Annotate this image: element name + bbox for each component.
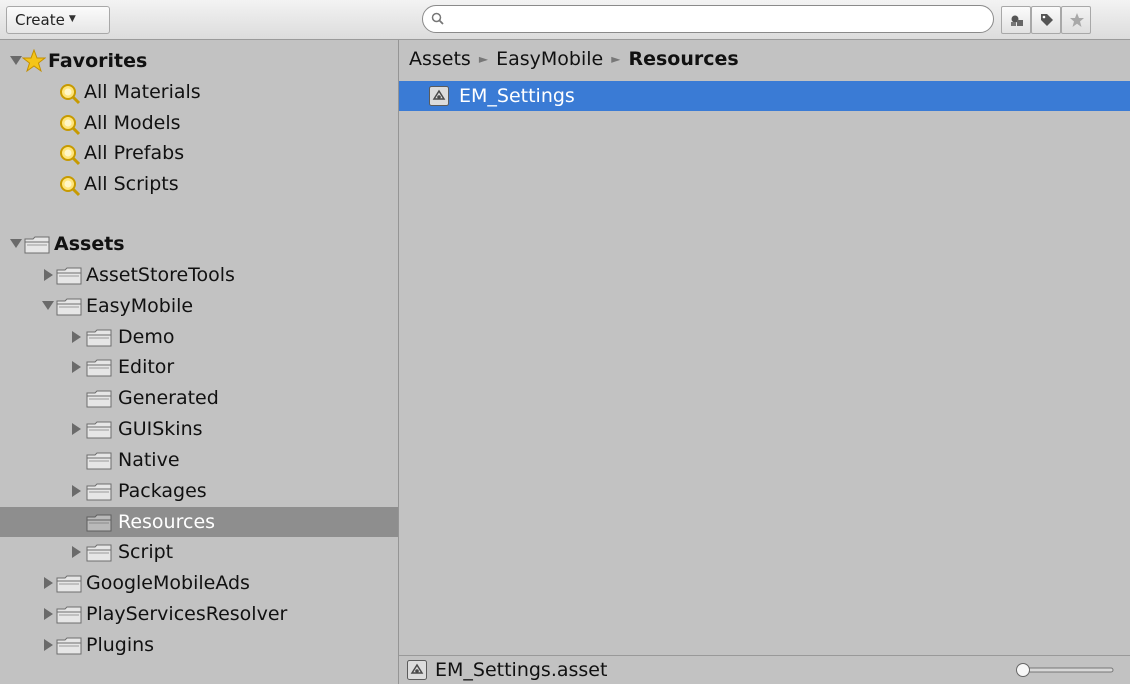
create-button[interactable]: Create ▼ — [6, 6, 110, 34]
search-by-label-button[interactable] — [1031, 6, 1061, 34]
breadcrumb-item[interactable]: EasyMobile — [496, 48, 603, 70]
tree-item-label: Editor — [118, 356, 175, 378]
collapsed-arrow-icon — [72, 423, 81, 435]
assets-label: Assets — [54, 233, 125, 255]
asset-list-panel: Assets ► EasyMobile ► Resources EM_Settings — [399, 40, 1130, 646]
scriptable-object-icon — [429, 86, 449, 106]
tree-item-label: PlayServicesResolver — [86, 603, 288, 625]
favorite-label: All Materials — [84, 81, 201, 103]
collapsed-arrow-icon — [72, 485, 81, 497]
folder-icon — [86, 329, 112, 347]
tree-item-demo[interactable]: Demo — [0, 322, 398, 352]
tree-item-editor[interactable]: Editor — [0, 352, 398, 382]
collapsed-arrow-icon — [72, 546, 81, 558]
asset-name: EM_Settings — [459, 85, 575, 107]
status-bar: EM_Settings.asset — [399, 655, 1130, 684]
breadcrumb-item-current[interactable]: Resources — [628, 48, 738, 70]
saved-search-icon — [60, 84, 81, 105]
folder-icon — [86, 544, 112, 562]
folder-icon — [56, 606, 82, 624]
tree-item-label: Demo — [118, 326, 175, 348]
create-label: Create — [15, 11, 65, 29]
collapsed-arrow-icon — [44, 269, 53, 281]
saved-search-icon — [60, 115, 81, 136]
favorite-label: All Models — [84, 112, 181, 134]
saved-search-icon — [60, 145, 81, 166]
folder-icon — [24, 236, 50, 254]
folder-icon — [86, 483, 112, 501]
tree-item-easymobile[interactable]: EasyMobile — [0, 291, 398, 321]
assets-root[interactable]: Assets — [0, 229, 398, 259]
tree-item-googlemobileads[interactable]: GoogleMobileAds — [0, 568, 398, 598]
asset-list-item[interactable]: EM_Settings — [399, 81, 1130, 111]
tree-item-plugins[interactable]: Plugins — [0, 630, 398, 660]
tree-item-label: Generated — [118, 387, 219, 409]
scriptable-object-icon — [407, 660, 427, 680]
search-input[interactable] — [422, 5, 994, 33]
collapsed-arrow-icon — [44, 577, 53, 589]
expanded-arrow-icon — [42, 301, 54, 310]
saved-search-icon — [60, 176, 81, 197]
tag-icon — [1041, 14, 1053, 26]
favorites-label: Favorites — [48, 50, 148, 72]
tree-item-playservicesresolver[interactable]: PlayServicesResolver — [0, 599, 398, 629]
tree-item-label: GoogleMobileAds — [86, 572, 250, 594]
selected-asset-path: EM_Settings.asset — [435, 659, 608, 681]
favorite-label: All Prefabs — [84, 142, 185, 164]
tree-item-assetstoretools[interactable]: AssetStoreTools — [0, 260, 398, 290]
search-icon — [431, 12, 444, 25]
tree-item-label: Resources — [118, 511, 216, 533]
folder-icon — [86, 390, 112, 408]
favorite-item[interactable]: All Scripts — [0, 169, 398, 199]
favorite-item[interactable]: All Models — [0, 108, 398, 138]
tree-item-label: GUISkins — [118, 418, 203, 440]
folder-icon — [86, 452, 112, 470]
star-icon — [22, 49, 46, 73]
tree-item-label: AssetStoreTools — [86, 264, 235, 286]
folder-icon — [56, 298, 82, 316]
filter-by-type-icon — [1011, 15, 1023, 26]
tree-item-generated[interactable]: Generated — [0, 383, 398, 413]
tree-item-label: EasyMobile — [86, 295, 194, 317]
favorites-header[interactable]: Favorites — [0, 46, 398, 76]
folder-icon — [86, 421, 112, 439]
expanded-arrow-icon — [10, 56, 22, 65]
tree-item-packages[interactable]: Packages — [0, 476, 398, 506]
breadcrumb-separator-icon: ► — [611, 52, 621, 66]
folder-icon — [86, 359, 112, 377]
project-toolbar: Create ▼ — [0, 0, 1130, 40]
favorite-label: All Scripts — [84, 173, 179, 195]
tree-item-label: Plugins — [86, 634, 155, 656]
collapsed-arrow-icon — [44, 608, 53, 620]
folder-icon — [56, 267, 82, 285]
expanded-arrow-icon — [10, 239, 22, 248]
tree-item-resources[interactable]: Resources — [0, 507, 398, 537]
tree-item-label: Packages — [118, 480, 207, 502]
favorite-item[interactable]: All Materials — [0, 77, 398, 107]
breadcrumb: Assets ► EasyMobile ► Resources — [409, 48, 739, 70]
collapsed-arrow-icon — [72, 361, 81, 373]
tree-item-label: Script — [118, 541, 174, 563]
search-by-type-button[interactable] — [1001, 6, 1031, 34]
collapsed-arrow-icon — [44, 639, 53, 651]
collapsed-arrow-icon — [72, 331, 81, 343]
folder-icon — [56, 637, 82, 655]
favorite-item[interactable]: All Prefabs — [0, 138, 398, 168]
tree-item-guiskins[interactable]: GUISkins — [0, 414, 398, 444]
dropdown-arrow-icon: ▼ — [68, 14, 76, 24]
tree-item-label: Native — [118, 449, 180, 471]
folder-icon — [86, 514, 112, 532]
project-tree-panel: Favorites All Materials All Models All P… — [0, 40, 398, 684]
tree-item-native[interactable]: Native — [0, 445, 398, 475]
tree-item-script[interactable]: Script — [0, 537, 398, 567]
breadcrumb-item[interactable]: Assets — [409, 48, 471, 70]
save-search-button[interactable] — [1061, 6, 1091, 34]
folder-icon — [56, 575, 82, 593]
icon-size-slider[interactable] — [1015, 662, 1115, 678]
breadcrumb-separator-icon: ► — [478, 52, 489, 66]
star-icon — [1070, 13, 1084, 27]
